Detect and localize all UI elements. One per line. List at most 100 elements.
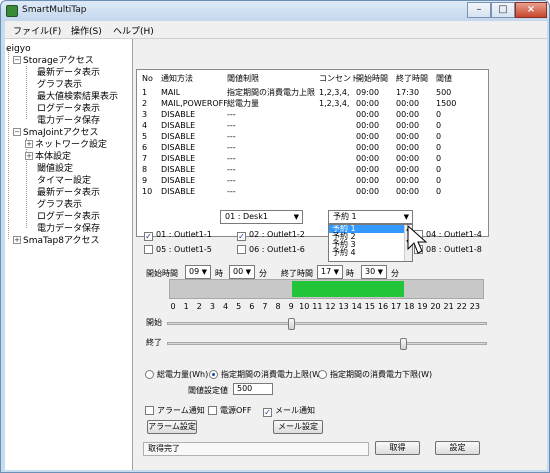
tree-item[interactable]: 電力データ保存	[37, 115, 100, 127]
mail-settings-button[interactable]: メール設定	[273, 420, 323, 434]
checkbox[interactable]	[145, 406, 154, 415]
checkbox[interactable]	[208, 406, 217, 415]
radio-lower-limit[interactable]: 指定期間の消費電力下限(W)	[318, 369, 432, 380]
table-cell: 5	[142, 132, 148, 141]
schedule-select[interactable]: 予約 1 ▼	[328, 210, 413, 224]
start-slider-thumb[interactable]	[288, 318, 296, 330]
table-cell: DISABLE	[161, 132, 196, 141]
tree-item[interactable]: ログデータ表示	[37, 103, 100, 115]
table-row[interactable]: 4 DISABLE --- 00:00 00:00 0	[137, 120, 488, 131]
desk-select[interactable]: 01 : Desk1 ▼	[220, 210, 303, 224]
outlet-checkbox-5[interactable]: 05 : Outlet1-5	[144, 245, 212, 254]
table-row[interactable]: 5 DISABLE --- 00:00 00:00 0	[137, 131, 488, 142]
table-cell: 00:00	[356, 176, 380, 185]
mail-notify-checkbox[interactable]: ✓ メール通知	[263, 405, 315, 417]
tree-item[interactable]: 最新データ表示	[37, 187, 100, 199]
get-button[interactable]: 取得	[375, 441, 420, 455]
tree-root[interactable]: eigyo	[6, 43, 31, 55]
timeline-hour-label: 17	[391, 302, 402, 311]
end-min-select[interactable]: 30 ▼	[361, 265, 387, 279]
tree-item[interactable]: タイマー設定	[37, 175, 91, 187]
table-cell: 3	[142, 110, 148, 119]
tree-item[interactable]: グラフ表示	[37, 199, 82, 211]
table-row[interactable]: 2 MAIL,POWEROFF 総電力量 1,2,3,4, 00:00 00:00 1500	[137, 98, 488, 109]
chevron-down-icon: ▼	[201, 268, 207, 276]
table-cell: 0	[436, 154, 442, 163]
tree-item-body[interactable]: + 本体設定	[25, 151, 71, 163]
timeline-hour-label: 13	[338, 302, 349, 311]
schedule-dropdown-list[interactable]: 予約 1 予約 2 予約 3 予約 4 ▲▼	[328, 224, 413, 262]
radio-total-energy[interactable]: 総電力量(Wh)	[145, 369, 208, 380]
chevron-down-icon: ▼	[245, 268, 251, 276]
start-hour-select[interactable]: 09 ▼	[185, 265, 211, 279]
table-row[interactable]: 3 DISABLE --- 00:00 00:00 0	[137, 109, 488, 120]
start-min-select[interactable]: 00 ▼	[229, 265, 255, 279]
table-row[interactable]: 7 DISABLE --- 00:00 00:00 0	[137, 153, 488, 164]
expand-icon[interactable]: +	[25, 140, 33, 148]
tree-item-network[interactable]: + ネットワーク設定	[25, 139, 107, 151]
timeline-hour-label: 23	[469, 302, 480, 311]
outlet-checkbox-6[interactable]: 06 : Outlet1-6	[237, 245, 305, 254]
menu-operation[interactable]: 操作(S)	[71, 24, 102, 37]
tree-item-label[interactable]: 本体設定	[35, 152, 71, 162]
end-hour-select[interactable]: 17 ▼	[317, 265, 343, 279]
checkbox-6[interactable]	[237, 245, 246, 254]
checkbox-1[interactable]: ✓	[144, 232, 153, 241]
checkbox-5[interactable]	[144, 245, 153, 254]
expand-icon[interactable]: +	[13, 236, 21, 244]
maximize-button[interactable]: □	[491, 2, 515, 18]
end-slider-thumb[interactable]	[399, 338, 407, 350]
outlet-checkbox-1[interactable]: ✓ 01 : Outlet1-1	[144, 230, 212, 241]
checkbox-2[interactable]: ✓	[237, 232, 246, 241]
tree-item[interactable]: 最大値検索結果表示	[37, 91, 118, 103]
tree-root-label[interactable]: eigyo	[6, 44, 31, 54]
tree-item[interactable]: ログデータ表示	[37, 211, 100, 223]
radio-upper-limit[interactable]: 指定期間の消費電力上限(W)	[209, 369, 323, 380]
radio-button[interactable]	[318, 370, 327, 379]
tree-item[interactable]: 電力データ保存	[37, 223, 100, 235]
timeline-hour-label: 6	[249, 302, 255, 311]
close-button[interactable]: ×	[515, 2, 547, 18]
schedule-option-4[interactable]: 予約 4	[329, 249, 412, 257]
menu-help[interactable]: ヘルプ(H)	[113, 24, 154, 37]
collapse-icon[interactable]: −	[13, 128, 21, 136]
checkbox-checked[interactable]: ✓	[263, 408, 272, 417]
tree-smatap[interactable]: + SmaTap8アクセス	[13, 235, 100, 247]
table-row[interactable]: 10 DISABLE --- 00:00 00:00 0	[137, 186, 488, 197]
outlet-checkbox-2[interactable]: ✓ 02 : Outlet1-2	[237, 230, 305, 241]
radio-button-selected[interactable]	[209, 370, 218, 379]
device-tree[interactable]: eigyo − Storageアクセス 最新データ表示 グラフ表示 最大値検索結果…	[5, 39, 133, 470]
end-slider-track[interactable]	[167, 342, 487, 345]
tree-item[interactable]: 閾値設定	[37, 163, 73, 175]
collapse-icon[interactable]: −	[13, 56, 21, 64]
table-cell: 1	[142, 88, 148, 97]
start-slider-track[interactable]	[167, 322, 487, 325]
tree-item[interactable]: 最新データ表示	[37, 67, 100, 79]
power-off-checkbox[interactable]: 電源OFF	[208, 405, 252, 416]
title-bar[interactable]: SmartMultiTap – □ ×	[1, 1, 549, 21]
expand-icon[interactable]: +	[25, 152, 33, 160]
table-row[interactable]: 1 MAIL 指定期間の消費電力上限 1,2,3,4, 09:00 17:30 500	[137, 87, 488, 98]
tree-item-label[interactable]: ネットワーク設定	[35, 140, 107, 150]
table-row[interactable]: 9 DISABLE --- 00:00 00:00 0	[137, 175, 488, 186]
timeline-hour-label: 20	[430, 302, 441, 311]
radio-button[interactable]	[145, 370, 154, 379]
table-cell: 09:00	[356, 88, 380, 97]
tree-smatap-label[interactable]: SmaTap8アクセス	[23, 236, 100, 246]
tree-storage-label[interactable]: Storageアクセス	[23, 56, 94, 66]
radio-label: 指定期間の消費電力下限(W)	[330, 370, 433, 379]
menu-file[interactable]: ファイル(F)	[13, 24, 61, 37]
alarm-notify-checkbox[interactable]: アラーム通知	[145, 405, 205, 416]
table-row[interactable]: 6 DISABLE --- 00:00 00:00 0	[137, 142, 488, 153]
threshold-input[interactable]: 500	[233, 383, 273, 395]
tree-smajoint-label[interactable]: SmaJointアクセス	[23, 128, 98, 138]
table-cell: ---	[227, 187, 236, 196]
minimize-button[interactable]: –	[467, 2, 491, 18]
set-button[interactable]: 設定	[435, 441, 480, 455]
chevron-down-icon: ▼	[403, 213, 409, 221]
schedule-table[interactable]: No 通知方法 閾値制限 コンセント 開始時間 終了時間 閾値 1 MAIL 指定期…	[136, 69, 489, 237]
alarm-settings-button[interactable]: アラーム設定	[147, 420, 197, 434]
chevron-down-icon: ▼	[377, 268, 383, 276]
table-row[interactable]: 8 DISABLE --- 00:00 00:00 0	[137, 164, 488, 175]
tree-item[interactable]: グラフ表示	[37, 79, 82, 91]
